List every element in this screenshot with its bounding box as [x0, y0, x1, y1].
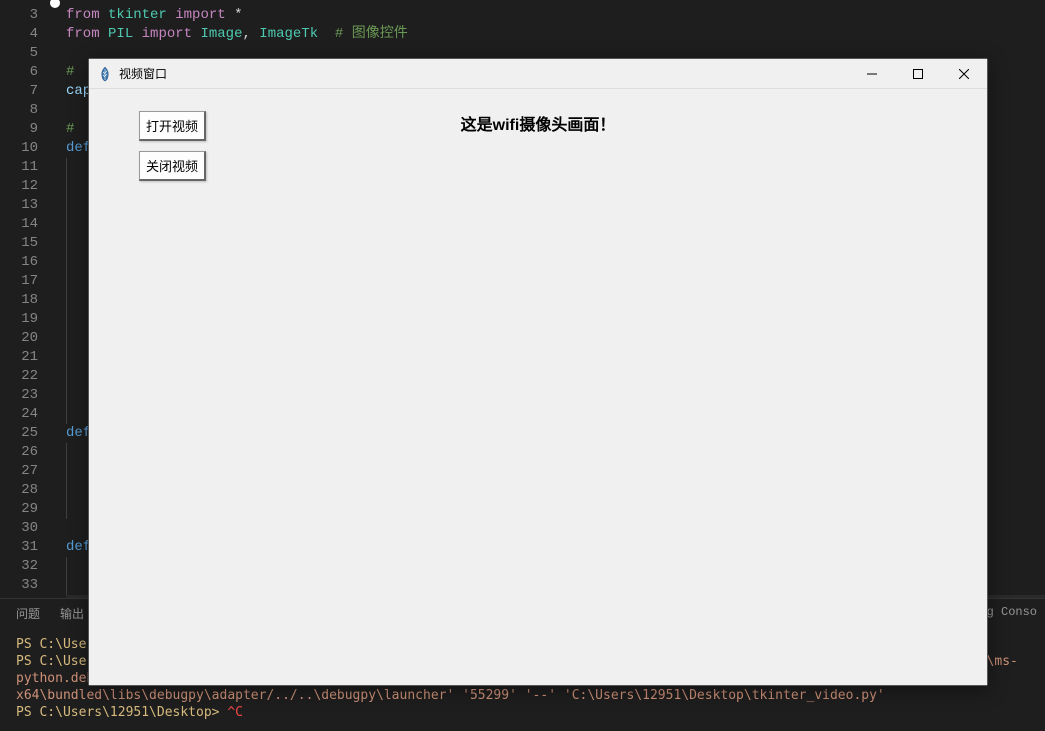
line-number: 21: [0, 348, 38, 367]
line-number: 18: [0, 291, 38, 310]
line-number: 31: [0, 538, 38, 557]
line-number: 22: [0, 367, 38, 386]
line-number: 23: [0, 386, 38, 405]
line-number: 8: [0, 101, 38, 120]
line-number: 4: [0, 25, 38, 44]
line-number: 12: [0, 177, 38, 196]
close-video-button[interactable]: 关闭视频: [139, 151, 206, 181]
tkinter-window[interactable]: 视频窗口 打开视频 关闭视频 这是wifi摄像头画面！: [88, 58, 988, 686]
line-number: 10: [0, 139, 38, 158]
tkinter-feather-icon: [97, 66, 113, 82]
minimize-button[interactable]: [849, 59, 895, 88]
line-number: 9: [0, 120, 38, 139]
line-number-gutter: 3 4 5 6 7 8 9 10 11 12 13 14 15 16 17 18…: [0, 0, 50, 614]
line-number: 28: [0, 481, 38, 500]
close-icon: [959, 69, 969, 79]
code-line: from tkinter import *: [66, 6, 1045, 25]
camera-label: 这是wifi摄像头画面！: [461, 111, 616, 135]
line-number: 11: [0, 158, 38, 177]
minimize-icon: [867, 69, 877, 79]
indent-guide: [66, 443, 67, 519]
open-video-button[interactable]: 打开视频: [139, 111, 206, 141]
code-line: from PIL import Image, ImageTk # 图像控件: [66, 25, 1045, 44]
line-number: 33: [0, 576, 38, 595]
terminal-line: PS C:\Users\12951\Desktop> ^C: [16, 704, 1029, 721]
window-titlebar[interactable]: 视频窗口: [89, 59, 987, 89]
line-number: 13: [0, 196, 38, 215]
line-number: 3: [0, 6, 38, 25]
tab-output[interactable]: 输出: [60, 605, 84, 622]
close-button[interactable]: [941, 59, 987, 88]
indent-guide: [66, 557, 67, 595]
line-number: 30: [0, 519, 38, 538]
terminal-line: x64\bundled\libs\debugpy\adapter/../..\d…: [16, 687, 1029, 704]
line-number: 26: [0, 443, 38, 462]
line-number: 24: [0, 405, 38, 424]
window-body: 打开视频 关闭视频 这是wifi摄像头画面！: [89, 89, 987, 685]
maximize-button[interactable]: [895, 59, 941, 88]
line-number: 7: [0, 82, 38, 101]
line-number: 27: [0, 462, 38, 481]
line-number: 20: [0, 329, 38, 348]
window-title: 视频窗口: [119, 65, 849, 82]
indent-guide: [66, 158, 67, 424]
tab-problems[interactable]: 问题: [16, 605, 40, 622]
window-buttons: [849, 59, 987, 88]
line-number: 5: [0, 44, 38, 63]
line-number: 6: [0, 63, 38, 82]
line-number: 14: [0, 215, 38, 234]
line-number: 32: [0, 557, 38, 576]
line-number: 16: [0, 253, 38, 272]
maximize-icon: [913, 69, 923, 79]
line-number: 19: [0, 310, 38, 329]
line-number: 29: [0, 500, 38, 519]
line-number: 17: [0, 272, 38, 291]
line-number: 25: [0, 424, 38, 443]
line-number: 15: [0, 234, 38, 253]
